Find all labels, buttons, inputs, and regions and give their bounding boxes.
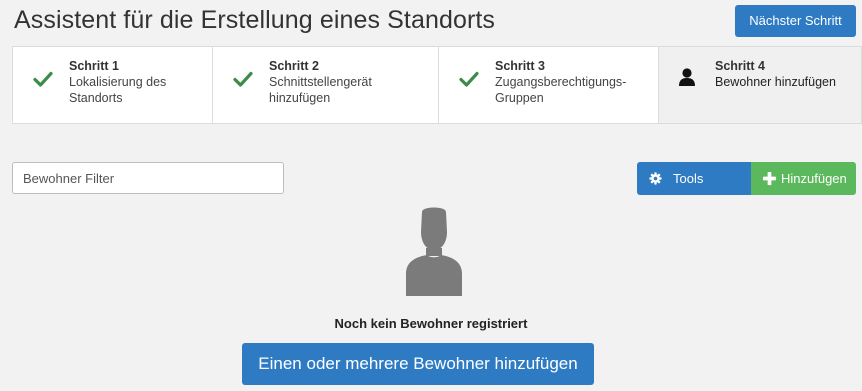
check-icon: [459, 71, 479, 87]
header: Assistent für die Erstellung eines Stand…: [0, 0, 862, 46]
check-icon: [233, 71, 253, 87]
step-1[interactable]: Schritt 1 Lokalisierung des Standorts: [13, 47, 213, 123]
resident-filter-input[interactable]: [12, 162, 284, 194]
step-title: Schritt 2: [269, 59, 320, 73]
step-title: Schritt 1: [69, 59, 120, 73]
step-2[interactable]: Schritt 2 Schnittstellengerät hinzufügen: [213, 47, 439, 123]
add-button[interactable]: Hinzufügen: [751, 162, 856, 195]
check-icon: [33, 71, 53, 87]
step-description: Standorts: [69, 91, 123, 105]
page-title: Assistent für die Erstellung eines Stand…: [14, 6, 496, 34]
add-residents-button[interactable]: Einen oder mehrere Bewohner hinzufügen: [242, 343, 594, 385]
step-description: Lokalisierung des: [69, 75, 167, 89]
step-description: hinzufügen: [269, 91, 331, 105]
step-title: Schritt 4: [715, 59, 766, 73]
user-icon: [679, 68, 695, 86]
step-description: Gruppen: [495, 91, 544, 105]
step-description: Bewohner hinzufügen: [715, 75, 836, 89]
step-description: Zugangsberechtigungs-: [495, 75, 627, 89]
tools-button[interactable]: Tools: [637, 162, 751, 195]
step-4[interactable]: Schritt 4 Bewohner hinzufügen: [659, 47, 861, 123]
tools-label: Tools: [673, 171, 704, 186]
step-description: Schnittstellengerät: [269, 75, 372, 89]
gear-icon: [649, 172, 662, 185]
wizard-steps: Schritt 1 Lokalisierung des Standorts Sc…: [12, 46, 862, 124]
add-label: Hinzufügen: [781, 171, 847, 186]
plus-icon: [762, 171, 777, 186]
next-step-button[interactable]: Nächster Schritt: [735, 5, 856, 37]
empty-state: Noch kein Bewohner registriert Einen ode…: [0, 196, 862, 391]
user-silhouette-icon: [406, 207, 462, 296]
step-title: Schritt 3: [495, 59, 546, 73]
empty-state-message: Noch kein Bewohner registriert: [334, 316, 528, 331]
step-3[interactable]: Schritt 3 Zugangsberechtigungs- Gruppen: [439, 47, 659, 123]
